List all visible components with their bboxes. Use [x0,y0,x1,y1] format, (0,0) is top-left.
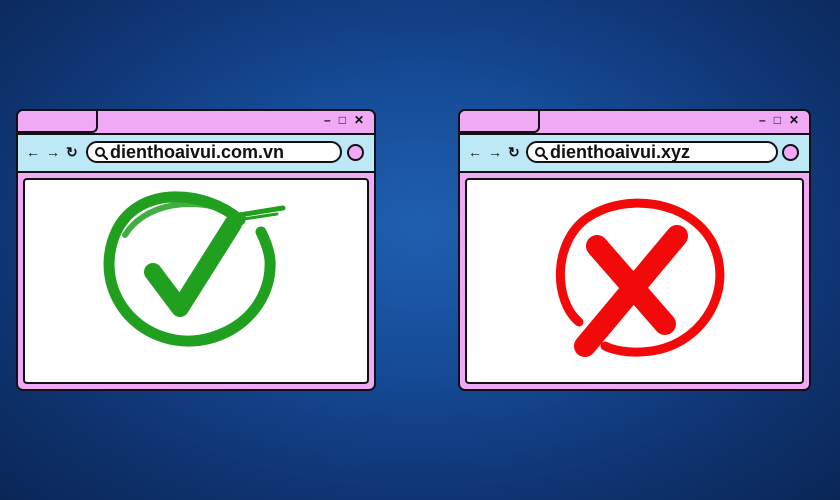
maximize-icon[interactable]: □ [774,114,781,126]
address-bar[interactable]: dienthoaivui.com.vn [86,141,342,163]
reload-icon[interactable]: ↻ [508,144,520,160]
forward-arrow-icon[interactable]: → [46,144,60,160]
forward-arrow-icon[interactable]: → [488,144,502,160]
check-icon [103,191,286,347]
url-text: dienthoaivui.com.vn [110,142,285,162]
url-text: dienthoaivui.xyz [550,142,691,162]
browser-toolbar: ← → ↻ dienthoaivui.xyz [460,133,809,173]
address-bar[interactable]: dienthoaivui.xyz [526,141,778,163]
maximize-icon[interactable]: □ [339,114,346,126]
nav-buttons: ← → ↻ [468,144,520,160]
nav-buttons: ← → ↻ [26,144,78,160]
back-arrow-icon[interactable]: ← [26,144,40,160]
window-controls: – □ ✕ [324,114,364,126]
browser-tab[interactable] [460,111,540,133]
menu-dot-button[interactable] [347,144,364,161]
menu-dot-button[interactable] [782,144,799,161]
browser-window-invalid: – □ ✕ ← → ↻ dienthoaivui.xyz [458,109,811,391]
cross-icon [556,198,725,357]
reload-icon[interactable]: ↻ [66,144,78,160]
minimize-icon[interactable]: – [324,114,331,126]
close-icon[interactable]: ✕ [789,114,799,126]
browser-toolbar: ← → ↻ dienthoaivui.com.vn [18,133,374,173]
page-viewport [23,178,369,384]
close-icon[interactable]: ✕ [354,114,364,126]
page-viewport [465,178,804,384]
window-controls: – □ ✕ [759,114,799,126]
search-icon [535,147,548,160]
browser-tab[interactable] [18,111,98,133]
search-icon [95,147,108,160]
browser-window-valid: – □ ✕ ← → ↻ dienthoaivui.com.vn [16,109,376,391]
minimize-icon[interactable]: – [759,114,766,126]
back-arrow-icon[interactable]: ← [468,144,482,160]
